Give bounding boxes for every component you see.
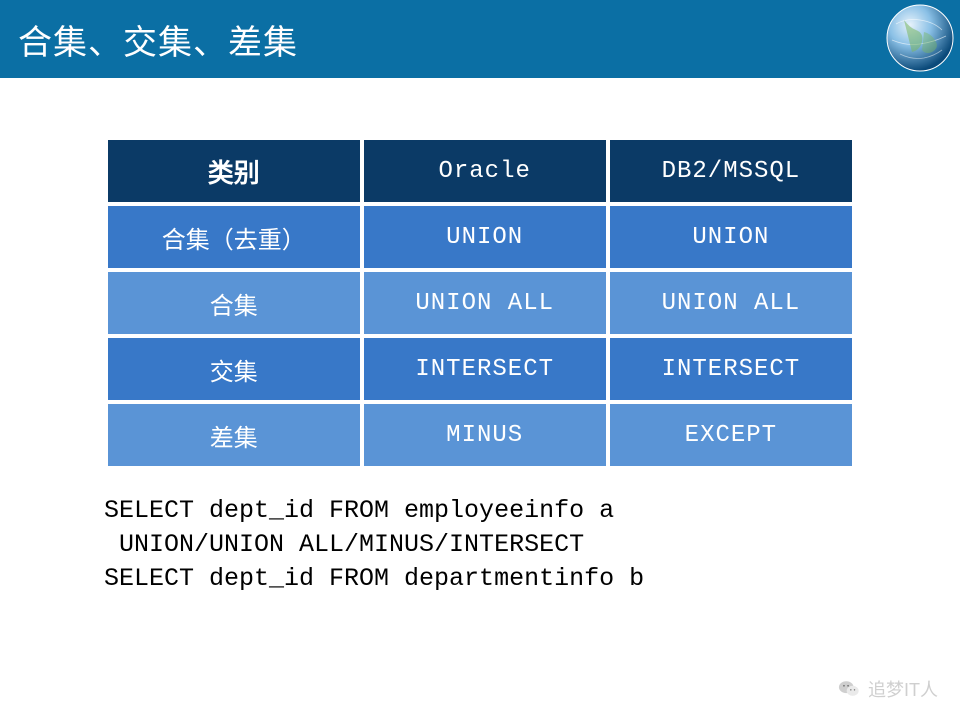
slide-header: 合集、交集、差集 [0, 0, 960, 78]
col-header-db2mssql: DB2/MSSQL [610, 140, 852, 202]
table-row: 合集（去重） UNION UNION [108, 206, 852, 268]
table-row: 交集 INTERSECT INTERSECT [108, 338, 852, 400]
watermark-text: 追梦IT人 [868, 676, 938, 702]
col-header-oracle: Oracle [364, 140, 606, 202]
table-header-row: 类别 Oracle DB2/MSSQL [108, 140, 852, 202]
row-db2mssql: UNION [610, 206, 852, 268]
wechat-icon [838, 678, 860, 700]
table-row: 合集 UNION ALL UNION ALL [108, 272, 852, 334]
row-oracle: UNION ALL [364, 272, 606, 334]
watermark: 追梦IT人 [838, 676, 938, 702]
globe-icon [884, 2, 956, 74]
col-header-category: 类别 [108, 140, 360, 202]
row-label: 差集 [108, 404, 360, 466]
row-db2mssql: UNION ALL [610, 272, 852, 334]
row-label: 交集 [108, 338, 360, 400]
row-oracle: MINUS [364, 404, 606, 466]
row-label: 合集 [108, 272, 360, 334]
slide-title: 合集、交集、差集 [18, 15, 298, 64]
row-label: 合集（去重） [108, 206, 360, 268]
sql-example: SELECT dept_id FROM employeeinfo a UNION… [104, 494, 856, 595]
code-line: SELECT dept_id FROM departmentinfo b [104, 564, 644, 593]
row-db2mssql: EXCEPT [610, 404, 852, 466]
slide-body: 类别 Oracle DB2/MSSQL 合集（去重） UNION UNION 合… [0, 78, 960, 595]
row-oracle: UNION [364, 206, 606, 268]
set-operations-table: 类别 Oracle DB2/MSSQL 合集（去重） UNION UNION 合… [104, 136, 856, 470]
code-line: SELECT dept_id FROM employeeinfo a [104, 496, 614, 525]
code-line: UNION/UNION ALL/MINUS/INTERSECT [104, 530, 584, 559]
table-row: 差集 MINUS EXCEPT [108, 404, 852, 466]
row-db2mssql: INTERSECT [610, 338, 852, 400]
row-oracle: INTERSECT [364, 338, 606, 400]
